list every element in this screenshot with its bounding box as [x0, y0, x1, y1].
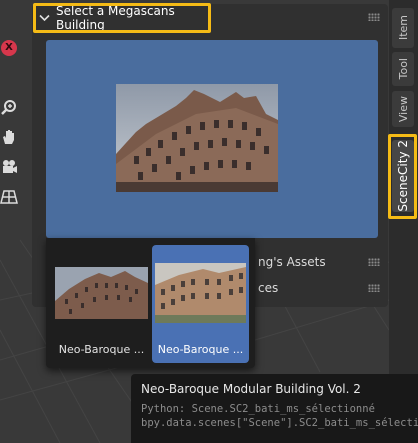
- tooltip-data-path: bpy.data.scenes["Scene"].SC2_bati_ms_sél…: [141, 417, 418, 429]
- thumbnail-label: Neo-Baroque ...: [58, 343, 145, 356]
- thumbnail-label: Neo-Baroque ...: [157, 343, 244, 356]
- tooltip-python-path: Python: Scene.SC2_bati_ms_sélectionné: [141, 403, 375, 415]
- tab-tool[interactable]: Tool: [392, 52, 414, 86]
- building-preview-image: [116, 84, 278, 192]
- drag-grip-icon[interactable]: [368, 258, 380, 266]
- camera-icon[interactable]: [0, 156, 18, 178]
- tooltip-title: Neo-Baroque Modular Building Vol. 2: [141, 382, 361, 396]
- drag-grip-icon[interactable]: [368, 284, 380, 292]
- building-thumbnail-selected[interactable]: Neo-Baroque ...: [152, 245, 249, 363]
- scenecity-tab-highlight: [388, 134, 417, 219]
- assets-row-label: ng's Assets: [258, 255, 326, 269]
- building-thumbnail[interactable]: Neo-Baroque ...: [53, 245, 150, 363]
- building-thumbnail-image: [155, 263, 246, 323]
- drag-grip-icon[interactable]: [368, 13, 380, 21]
- preferences-row-label: ces: [258, 281, 279, 295]
- hand-icon[interactable]: [0, 126, 18, 148]
- tab-item[interactable]: Item: [392, 8, 414, 48]
- grid-icon[interactable]: [0, 186, 18, 208]
- axis-x-gizmo[interactable]: X: [1, 40, 17, 56]
- panel-title-highlight: [33, 3, 211, 33]
- building-thumbnail-image: [55, 267, 148, 319]
- tab-view[interactable]: View: [392, 91, 414, 127]
- tooltip: Neo-Baroque Modular Building Vol. 2 Pyth…: [131, 374, 418, 443]
- zoom-icon[interactable]: [0, 97, 18, 119]
